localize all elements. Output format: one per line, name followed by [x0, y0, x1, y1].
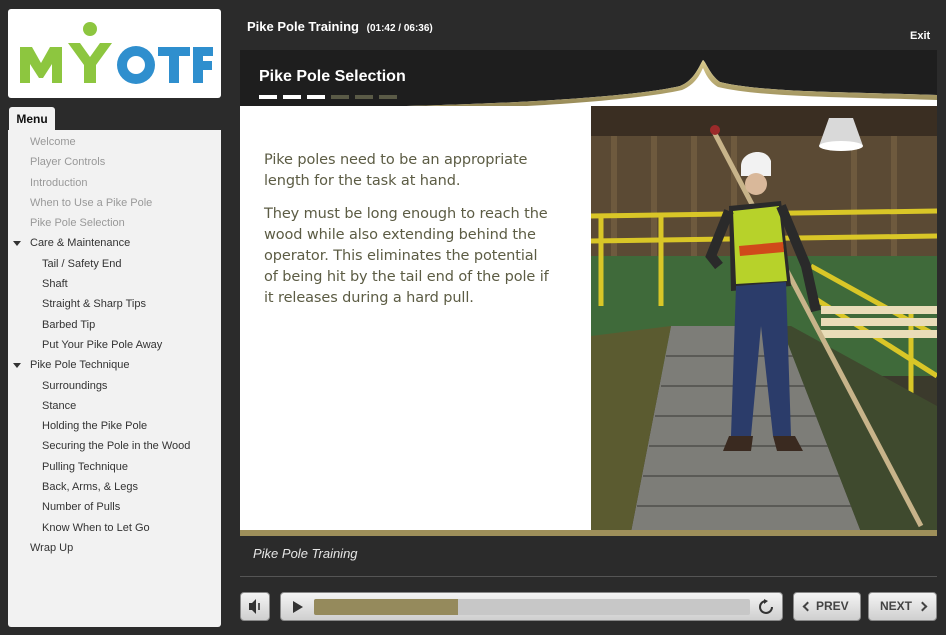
menu-item-label: Straight & Sharp Tips	[42, 298, 146, 311]
menu-item-label: Know When to Let Go	[42, 521, 150, 534]
prev-button[interactable]: PREV	[793, 592, 861, 621]
menu-item-label: Securing the Pole in the Wood	[42, 440, 191, 453]
menu-item[interactable]: Straight & Sharp Tips	[8, 294, 221, 314]
menu-item[interactable]: Player Controls	[8, 152, 221, 172]
progress-dash	[283, 95, 301, 99]
progress-dash	[259, 95, 277, 99]
speaker-icon	[249, 599, 260, 614]
progress-dash	[331, 95, 349, 99]
progress-dash	[307, 95, 325, 99]
footer-course-title: Pike Pole Training	[253, 546, 358, 561]
menu-item-label: Pulling Technique	[42, 460, 129, 473]
play-icon[interactable]	[293, 601, 303, 613]
menu-item[interactable]: Shaft	[8, 274, 221, 294]
menu-item-label: Back, Arms, & Legs	[42, 481, 138, 494]
menu-item[interactable]: Stance	[8, 396, 221, 416]
chevron-left-icon	[802, 601, 813, 612]
slide-bottom-border	[240, 530, 937, 536]
menu-item-label: Barbed Tip	[42, 318, 96, 331]
menu-item[interactable]: Care & Maintenance	[8, 233, 221, 253]
chevron-right-icon	[917, 601, 928, 612]
menu-item-label: Tail / Safety End	[42, 257, 122, 270]
menu-item[interactable]: Securing the Pole in the Wood	[8, 436, 221, 456]
progress-dash	[355, 95, 373, 99]
worker-with-pike-pole-photo	[591, 106, 937, 532]
menu-panel: Welcome Player Controls Introduction When t…	[8, 130, 221, 627]
slide-text: Pike poles need to be an appropriate len…	[264, 150, 554, 321]
menu-item-label: Surroundings	[42, 379, 108, 392]
menu-item-label: Shaft	[42, 278, 68, 291]
menu-item[interactable]: Welcome	[8, 132, 221, 152]
menu-item-label: Wrap Up	[30, 541, 74, 554]
slide-paragraph: Pike poles need to be an appropriate len…	[264, 152, 528, 189]
slide-progress-dashes	[259, 95, 397, 99]
menu-tab[interactable]: Menu	[9, 107, 55, 131]
seek-progress-fill	[314, 599, 458, 615]
slide-paragraph: They must be long enough to reach the wo…	[264, 206, 549, 306]
menu-item[interactable]: Introduction	[8, 173, 221, 193]
menu-item-label: Pike Pole Technique	[30, 359, 130, 372]
menu-item[interactable]: Surroundings	[8, 376, 221, 396]
photo-illustration	[591, 106, 937, 532]
progress-dash	[379, 95, 397, 99]
menu-item-label: Introduction	[30, 176, 88, 189]
course-title: Pike Pole Training (01:42 / 06:36)	[247, 19, 433, 34]
prev-label: PREV	[816, 599, 849, 613]
menu-item[interactable]: Wrap Up	[8, 538, 221, 558]
menu-item-label: Pike Pole Selection	[30, 217, 125, 230]
menu-item[interactable]: Holding the Pike Pole	[8, 416, 221, 436]
menu-item[interactable]: Number of Pulls	[8, 497, 221, 517]
menu-item[interactable]: Barbed Tip	[8, 315, 221, 335]
myotf-logo	[20, 22, 213, 84]
logo	[8, 9, 221, 98]
expand-arrow-icon[interactable]	[13, 363, 21, 369]
exit-button[interactable]: Exit	[910, 30, 930, 42]
menu-item[interactable]: Pulling Technique	[8, 457, 221, 477]
slide-title: Pike Pole Selection	[259, 68, 406, 85]
menu-item-label: Put Your Pike Pole Away	[42, 338, 163, 351]
menu-item[interactable]: Pike Pole Selection	[8, 213, 221, 233]
menu-item-label: Stance	[42, 399, 77, 412]
menu-item-label: Number of Pulls	[42, 501, 121, 514]
volume-button[interactable]	[240, 592, 270, 621]
course-title-text: Pike Pole Training	[247, 19, 359, 34]
next-button[interactable]: NEXT	[868, 592, 937, 621]
menu-item[interactable]: Back, Arms, & Legs	[8, 477, 221, 497]
menu-item[interactable]: Put Your Pike Pole Away	[8, 335, 221, 355]
menu-item-label: Welcome	[30, 136, 76, 148]
next-label: NEXT	[880, 599, 913, 613]
menu-item-label: Holding the Pike Pole	[42, 420, 148, 433]
menu-item[interactable]: Tail / Safety End	[8, 254, 221, 274]
menu-item[interactable]: Pike Pole Technique	[8, 355, 221, 375]
menu-item-label: Player Controls	[30, 156, 106, 169]
menu-item-label: When to Use a Pike Pole	[30, 196, 153, 209]
time-display: (01:42 / 06:36)	[366, 23, 433, 34]
playback-bar	[280, 592, 783, 621]
footer-divider	[240, 576, 937, 577]
menu-item[interactable]: When to Use a Pike Pole	[8, 193, 221, 213]
seek-slider[interactable]	[314, 599, 750, 615]
menu-item[interactable]: Know When to Let Go	[8, 518, 221, 538]
expand-arrow-icon[interactable]	[13, 241, 21, 247]
menu-item-label: Care & Maintenance	[30, 237, 131, 250]
replay-icon[interactable]	[758, 599, 774, 615]
